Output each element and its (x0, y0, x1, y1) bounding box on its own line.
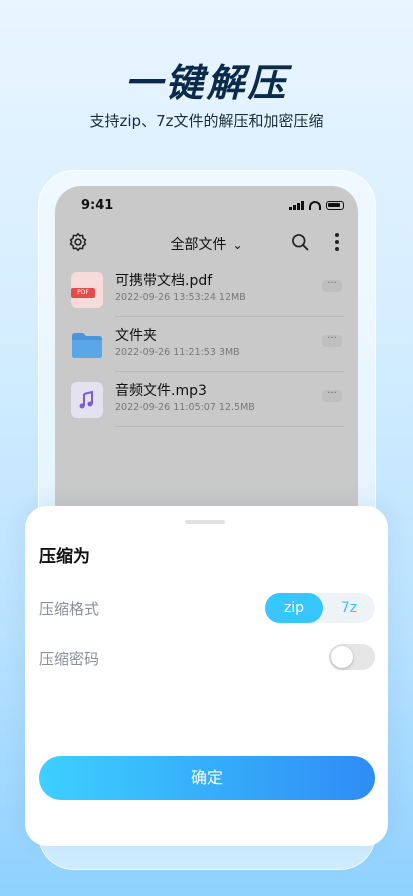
file-meta: 2022-09-26 13:53:24 12MB (115, 292, 246, 303)
compress-sheet: 压缩为 压缩格式 zip 7z 压缩密码 确定 (25, 506, 388, 846)
file-meta: 2022-09-26 11:05:07 12.5MB (115, 402, 255, 413)
format-option-zip[interactable]: zip (265, 593, 323, 623)
format-label: 压缩格式 (39, 600, 100, 618)
password-label: 压缩密码 (39, 650, 100, 668)
status-time: 9:41 (81, 198, 114, 213)
battery-icon (326, 200, 344, 210)
pdf-file-icon: PDF (71, 272, 103, 308)
format-option-7z[interactable]: 7z (323, 593, 375, 623)
status-bar: 9:41 (55, 196, 358, 216)
search-icon[interactable] (290, 232, 310, 252)
file-row[interactable]: 文件夹 2022-09-26 11:21:53 3MB ··· (55, 325, 358, 379)
file-row[interactable]: PDF 可携带文档.pdf 2022-09-26 13:53:24 12MB ·… (55, 270, 358, 324)
sheet-title: 压缩为 (39, 547, 90, 567)
hero-title: 一键解压 (124, 61, 289, 105)
hero-subtitle: 支持zip、7z文件的解压和加密压缩 (89, 112, 324, 130)
file-more-icon[interactable]: ··· (322, 389, 342, 402)
divider (115, 371, 344, 372)
divider (115, 316, 344, 317)
wifi-icon (309, 200, 321, 210)
folder-selector[interactable]: 全部文件 ⌄ (55, 234, 358, 254)
signal-icon (289, 200, 304, 210)
folder-icon (72, 333, 102, 358)
sheet-handle[interactable] (185, 520, 225, 524)
file-more-icon[interactable]: ··· (322, 334, 342, 347)
pdf-tag: PDF (71, 288, 95, 298)
password-toggle[interactable] (329, 644, 375, 670)
confirm-button[interactable]: 确定 (39, 756, 375, 800)
folder-selector-label: 全部文件 (170, 237, 227, 253)
file-row[interactable]: 音频文件.mp3 2022-09-26 11:05:07 12.5MB ··· (55, 380, 358, 434)
toggle-knob (331, 646, 353, 668)
file-name: 文件夹 (115, 328, 157, 344)
file-meta: 2022-09-26 11:21:53 3MB (115, 347, 240, 358)
file-name: 音频文件.mp3 (115, 383, 207, 399)
chevron-down-icon: ⌄ (232, 238, 243, 252)
status-icons (289, 200, 344, 210)
toolbar: 全部文件 ⌄ (55, 230, 358, 260)
music-file-icon (71, 382, 103, 418)
format-toggle[interactable]: zip 7z (265, 593, 375, 623)
more-vertical-icon[interactable] (334, 232, 340, 252)
divider (115, 426, 344, 427)
file-more-icon[interactable]: ··· (322, 279, 342, 292)
file-name: 可携带文档.pdf (115, 273, 213, 289)
